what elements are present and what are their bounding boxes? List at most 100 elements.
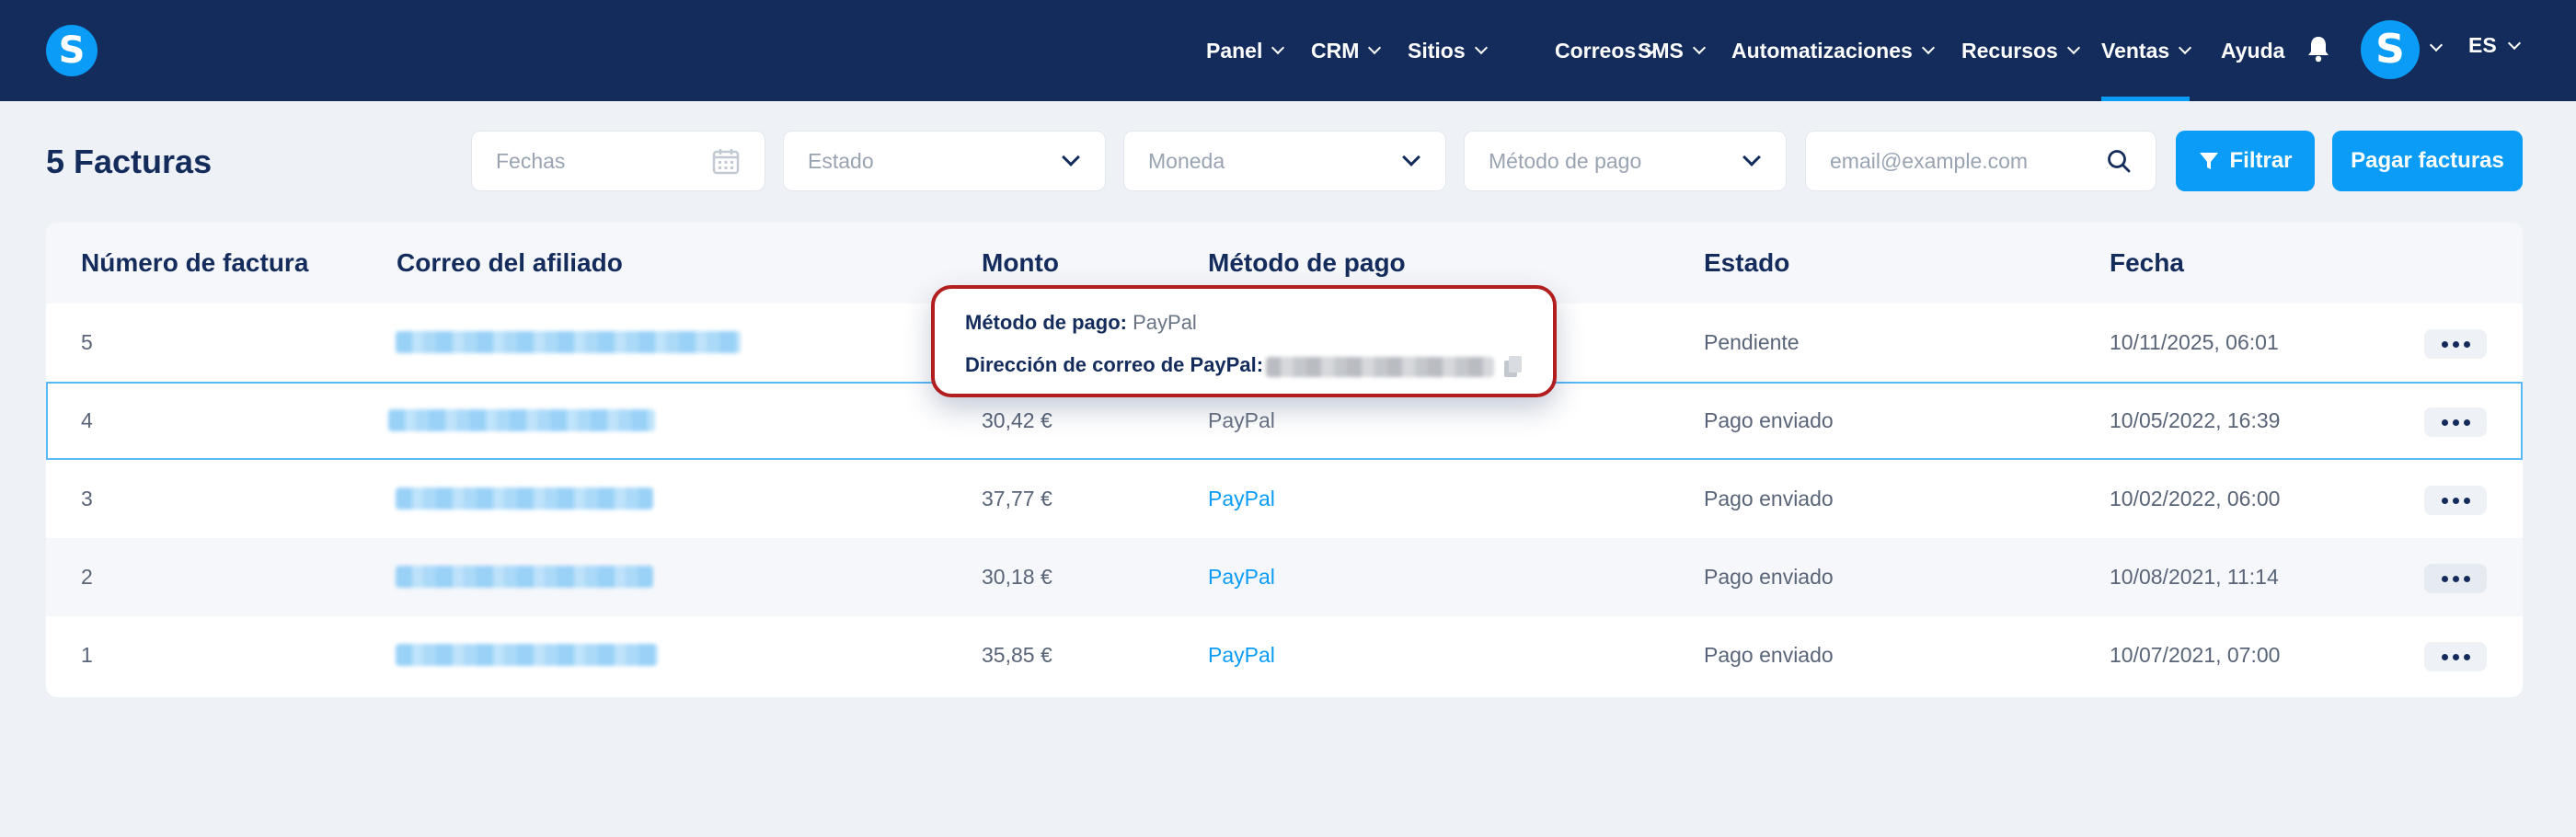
user-avatar[interactable]: S	[2361, 20, 2420, 79]
tooltip-method-line: Método de pago: PayPal	[965, 311, 1197, 335]
table-row[interactable]: 1 35,85 € PayPal Pago enviado 10/07/2021…	[46, 616, 2523, 694]
payment-method-link[interactable]: PayPal	[1208, 487, 1275, 511]
nav-label: Panel	[1206, 38, 1263, 63]
invoice-date: 10/08/2021, 11:14	[2110, 565, 2279, 589]
nav-item-sms[interactable]: SMS	[1638, 0, 1706, 101]
invoice-date: 10/11/2025, 06:01	[2110, 330, 2279, 354]
page-title: 5 Facturas	[46, 143, 213, 180]
copy-icon[interactable]	[1503, 355, 1524, 379]
more-actions-button[interactable]	[2424, 407, 2487, 437]
column-header-number: Número de factura	[81, 248, 309, 277]
more-actions-button[interactable]	[2424, 642, 2487, 671]
dot	[2463, 575, 2470, 582]
invoice-date: 10/05/2022, 16:39	[2110, 408, 2281, 432]
chevron-down-icon	[1062, 148, 1080, 166]
nav-item-ayuda[interactable]: Ayuda	[2221, 0, 2284, 101]
tooltip-email-label: Dirección de correo de PayPal:	[965, 353, 1264, 376]
more-actions-button[interactable]	[2424, 329, 2487, 359]
pay-invoices-button[interactable]: Pagar facturas	[2332, 131, 2523, 191]
payment-method-select[interactable]: Método de pago	[1464, 131, 1787, 191]
chevron-down-icon	[1742, 148, 1761, 166]
column-header-amount: Monto	[982, 248, 1059, 277]
language-selector[interactable]: ES	[2468, 33, 2521, 58]
chevron-down-icon	[1692, 40, 1706, 55]
nav-label: SMS	[1638, 38, 1684, 63]
payment-method-link[interactable]: PayPal	[1208, 565, 1275, 590]
email-search-input[interactable]	[1830, 148, 2106, 174]
invoice-status: Pago enviado	[1704, 487, 1834, 510]
pay-invoices-label: Pagar facturas	[2351, 148, 2504, 173]
payment-method-link[interactable]: PayPal	[1208, 643, 1275, 668]
dates-placeholder: Fechas	[496, 148, 566, 173]
column-header-method: Método de pago	[1208, 248, 1406, 277]
nav-item-panel[interactable]: Panel	[1206, 0, 1285, 101]
more-actions-button[interactable]	[2424, 564, 2487, 593]
affiliate-email-redacted	[396, 644, 658, 666]
dot	[2441, 497, 2448, 504]
status-placeholder: Estado	[808, 148, 874, 173]
filter-button[interactable]: Filtrar	[2176, 131, 2315, 191]
invoice-date: 10/02/2022, 06:00	[2110, 487, 2281, 510]
invoice-amount: 30,42 €	[982, 408, 1052, 432]
invoice-status: Pendiente	[1704, 330, 1800, 354]
dot	[2463, 340, 2470, 348]
calendar-icon	[712, 149, 740, 175]
invoice-amount: 37,77 €	[982, 487, 1052, 510]
dot	[2452, 575, 2459, 582]
nav-label: Automatizaciones	[1731, 38, 1913, 63]
nav-label: Recursos	[1961, 38, 2058, 63]
invoice-amount: 35,85 €	[982, 643, 1052, 667]
nav-item-crm[interactable]: CRM	[1311, 0, 1382, 101]
top-navbar: S Panel CRM Sitios Correos SMS Automatiz…	[0, 0, 2576, 101]
chevron-down-icon	[2507, 36, 2521, 50]
invoice-date: 10/07/2021, 07:00	[2110, 643, 2281, 667]
chevron-down-icon[interactable]	[2429, 38, 2444, 52]
affiliate-email-redacted	[396, 331, 741, 353]
invoice-status: Pago enviado	[1704, 565, 1834, 589]
dot	[2441, 575, 2448, 582]
nav-item-sitios[interactable]: Sitios	[1408, 0, 1488, 101]
filter-icon	[2200, 153, 2219, 169]
currency-placeholder: Moneda	[1148, 148, 1225, 173]
chevron-down-icon	[1368, 40, 1382, 55]
more-actions-button[interactable]	[2424, 486, 2487, 515]
table-row[interactable]: 3 37,77 € PayPal Pago enviado 10/02/2022…	[46, 460, 2523, 538]
language-label: ES	[2468, 33, 2497, 57]
email-search-field[interactable]	[1805, 131, 2156, 191]
paypal-email-redacted	[1266, 357, 1494, 377]
status-select[interactable]: Estado	[783, 131, 1106, 191]
nav-item-ventas[interactable]: Ventas	[2101, 0, 2192, 101]
chevron-down-icon	[2179, 40, 2192, 55]
invoice-number: 2	[81, 565, 93, 589]
invoice-status: Pago enviado	[1704, 643, 1834, 667]
tooltip-method-value: PayPal	[1133, 311, 1197, 334]
table-row[interactable]: 2 30,18 € PayPal Pago enviado 10/08/2021…	[46, 538, 2523, 616]
dot	[2441, 340, 2448, 348]
tooltip-method-label: Método de pago:	[965, 311, 1127, 334]
invoice-status: Pago enviado	[1704, 408, 1834, 432]
dot	[2463, 653, 2470, 660]
chevron-down-icon	[1271, 40, 1285, 55]
nav-item-automatizaciones[interactable]: Automatizaciones	[1731, 0, 1935, 101]
column-header-email: Correo del afiliado	[397, 248, 623, 277]
bell-icon[interactable]	[2306, 35, 2330, 63]
nav-label: Sitios	[1408, 38, 1466, 63]
invoice-number: 1	[81, 643, 93, 667]
invoice-number: 5	[81, 330, 93, 354]
dates-filter[interactable]: Fechas	[471, 131, 765, 191]
affiliate-email-redacted	[388, 409, 655, 431]
dot	[2441, 653, 2448, 660]
payment-method-tooltip: Método de pago: PayPal Dirección de corr…	[931, 285, 1557, 397]
chevron-down-icon	[1921, 40, 1935, 55]
nav-label: Ventas	[2101, 38, 2170, 63]
currency-select[interactable]: Moneda	[1123, 131, 1446, 191]
app-logo[interactable]: S	[46, 25, 98, 76]
nav-item-recursos[interactable]: Recursos	[1961, 0, 2080, 101]
dot	[2441, 418, 2448, 426]
invoice-number: 3	[81, 487, 93, 510]
dot	[2452, 653, 2459, 660]
tooltip-email-line: Dirección de correo de PayPal:	[965, 353, 1263, 377]
dot	[2452, 418, 2459, 426]
search-icon[interactable]	[2106, 148, 2132, 174]
chevron-down-icon	[1402, 148, 1420, 166]
